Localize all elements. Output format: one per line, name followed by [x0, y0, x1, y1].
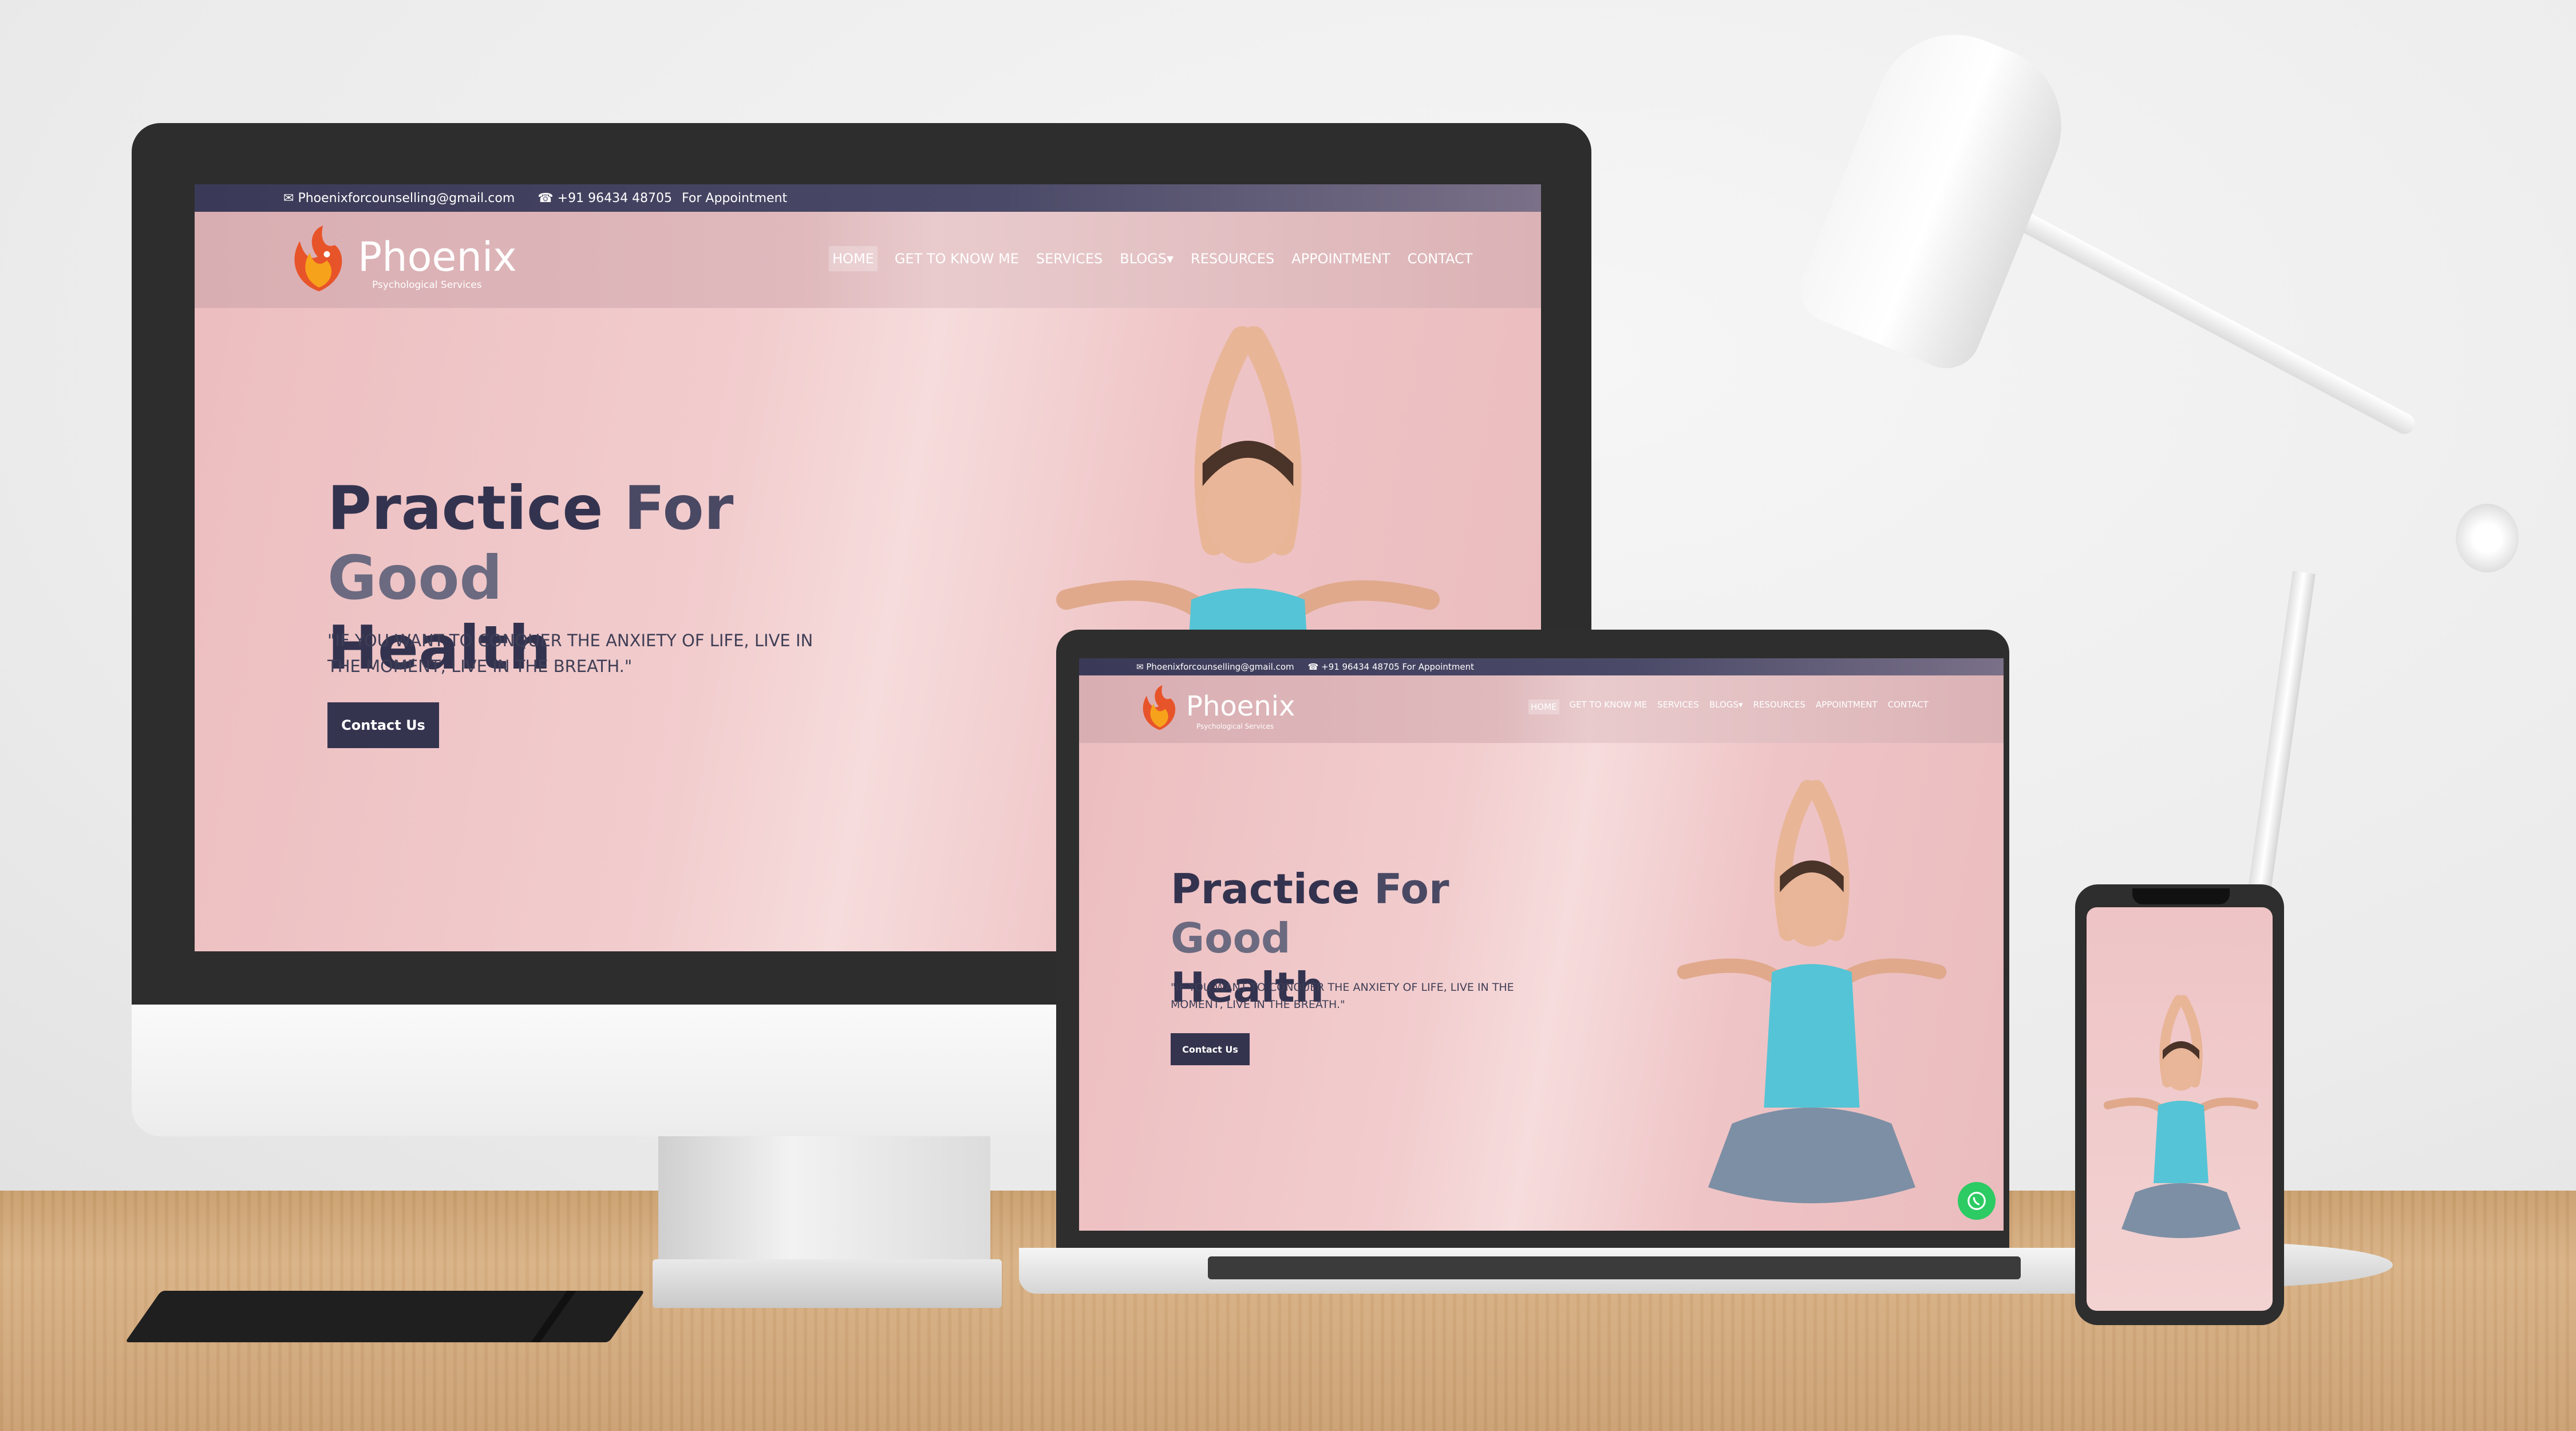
topbar-email[interactable]: ✉ Phoenixforcounselling@gmail.com — [283, 191, 515, 205]
black-notebook — [125, 1291, 645, 1342]
phone-icon: ☎ — [538, 191, 558, 205]
brand-logo[interactable]: Phoenix Psychological Services — [1133, 680, 1305, 737]
nav-appointment[interactable]: APPOINTMENT — [1816, 699, 1878, 714]
contact-us-button[interactable]: Contact Us — [1171, 1033, 1250, 1065]
appointment-label: For Appointment — [682, 191, 788, 205]
nav-menu: HOME GET TO KNOW ME SERVICES BLOGS▾ RESO… — [829, 246, 1472, 271]
phoenix-logo-icon — [1133, 682, 1186, 736]
monitor-base — [653, 1259, 1002, 1308]
hero-quote: "IF YOU WANT TO CONQUER THE ANXIETY OF L… — [327, 631, 813, 676]
topbar-email[interactable]: ✉ Phoenixforcounselling@gmail.com — [1136, 662, 1294, 672]
contact-topbar: ✉ Phoenixforcounselling@gmail.com ☎ +91 … — [1079, 658, 2004, 675]
nav-home[interactable]: HOME — [1528, 699, 1559, 714]
laptop-keyboard — [1208, 1256, 2021, 1279]
nav-services[interactable]: SERVICES — [1036, 246, 1103, 271]
nav-get-to-know-me[interactable]: GET TO KNOW ME — [1570, 699, 1647, 714]
whatsapp-icon[interactable] — [1958, 1182, 1996, 1220]
nav-blogs[interactable]: BLOGS▾ — [1709, 699, 1743, 714]
brand-name: Phoenix — [1186, 690, 1295, 722]
phone-icon: ☎ — [1307, 662, 1322, 672]
nav-menu: HOME GET TO KNOW ME SERVICES BLOGS▾ RESO… — [1528, 699, 1929, 714]
chevron-down-icon: ▾ — [1166, 251, 1174, 267]
phone-website-screen — [2087, 907, 2273, 1311]
lamp-joint — [2456, 504, 2519, 572]
nav-services[interactable]: SERVICES — [1657, 699, 1699, 714]
nav-appointment[interactable]: APPOINTMENT — [1291, 246, 1390, 271]
envelope-icon: ✉ — [1136, 662, 1147, 672]
envelope-icon: ✉ — [283, 191, 298, 205]
yoga-woman-image — [2089, 930, 2273, 1308]
yoga-woman-image — [1652, 773, 1972, 1219]
nav-contact[interactable]: CONTACT — [1888, 699, 1929, 714]
nav-blogs[interactable]: BLOGS▾ — [1120, 246, 1174, 271]
hero-quote: "IF YOU WANT TO CONQUER THE ANXIETY OF L… — [1171, 981, 1514, 1011]
contact-topbar: ✉ Phoenixforcounselling@gmail.com ☎ +91 … — [195, 184, 1541, 212]
nav-home[interactable]: HOME — [829, 246, 878, 271]
brand-logo[interactable]: Phoenix Psychological Services — [280, 218, 521, 303]
nav-resources[interactable]: RESOURCES — [1191, 246, 1274, 271]
topbar-phone[interactable]: ☎ +91 96434 48705 For Appointment — [538, 191, 787, 205]
brand-tagline: Psychological Services — [372, 279, 482, 291]
nav-contact[interactable]: CONTACT — [1408, 246, 1473, 271]
chevron-down-icon: ▾ — [1739, 699, 1743, 710]
contact-us-button[interactable]: Contact Us — [327, 702, 439, 748]
phone-notch — [2132, 888, 2230, 904]
phoenix-logo-icon — [280, 220, 358, 301]
main-navbar: Phoenix Psychological Services HOME GET … — [195, 212, 1541, 308]
main-navbar: Phoenix Psychological Services HOME GET … — [1079, 675, 2004, 743]
nav-resources[interactable]: RESOURCES — [1753, 699, 1805, 714]
monitor-stand — [658, 1136, 990, 1276]
topbar-phone[interactable]: ☎ +91 96434 48705 For Appointment — [1308, 662, 1474, 672]
laptop-website-screen: ✉ Phoenixforcounselling@gmail.com ☎ +91 … — [1079, 658, 2004, 1231]
brand-name: Phoenix — [358, 234, 517, 280]
nav-get-to-know-me[interactable]: GET TO KNOW ME — [895, 246, 1019, 271]
brand-tagline: Psychological Services — [1196, 722, 1274, 730]
